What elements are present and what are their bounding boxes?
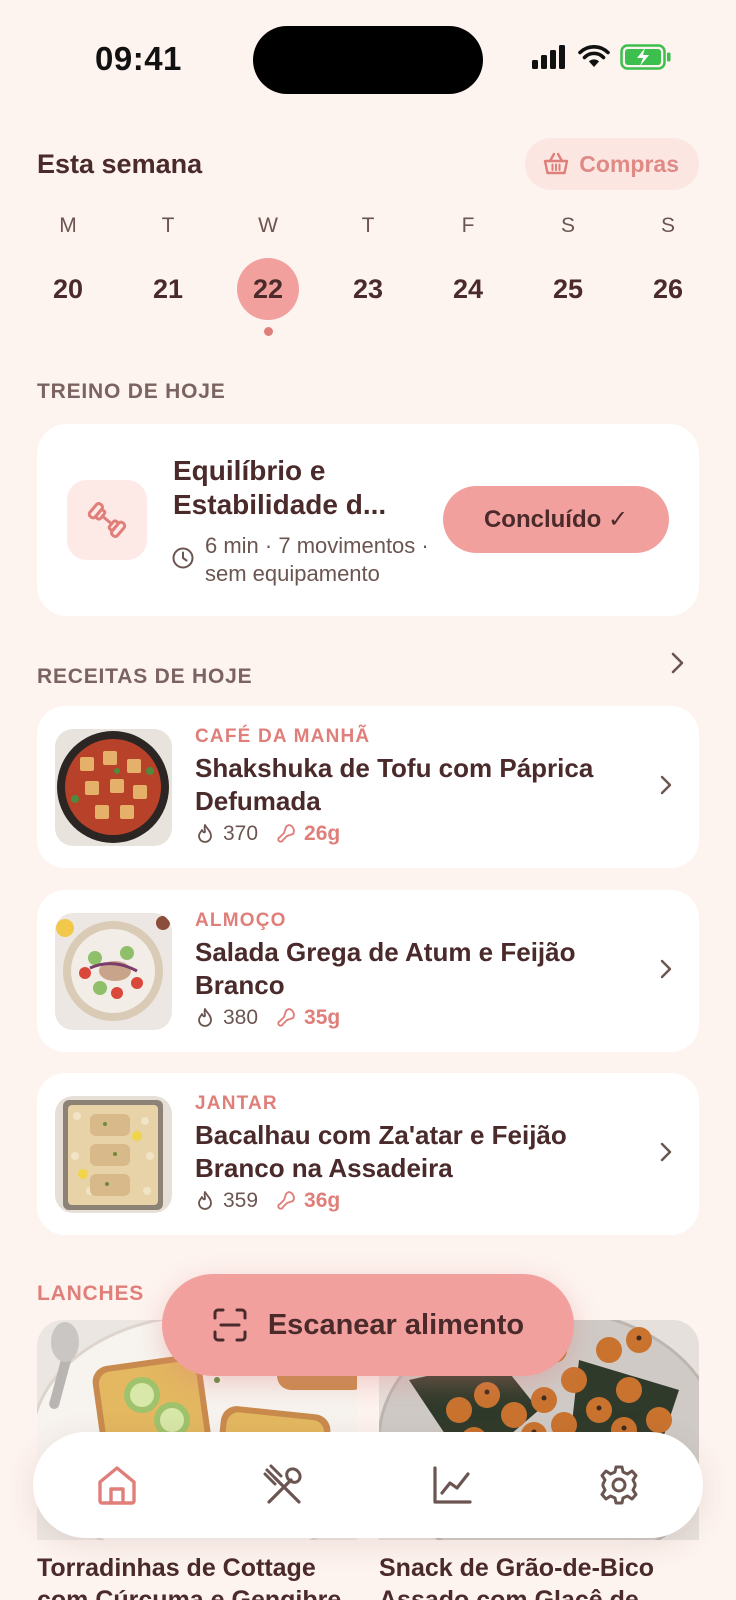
recipe-protein: 36g — [304, 1189, 341, 1212]
recipe-meal-type: CAFÉ DA MANHÃ — [195, 726, 371, 747]
signal-icon — [532, 45, 565, 69]
recipe-meal-type: ALMOÇO — [195, 910, 287, 931]
day-number: 25 — [552, 274, 584, 304]
recipe-stats: 370 26g — [195, 822, 340, 846]
recipe-protein: 26g — [304, 822, 341, 845]
recipe-stats: 380 35g — [195, 1006, 340, 1030]
workout-icon-tile — [67, 480, 147, 560]
tab-home[interactable] — [33, 1432, 201, 1538]
recipe-calories: 380 — [223, 1006, 259, 1029]
day-6[interactable]: S 26 — [618, 210, 718, 335]
protein-icon — [274, 822, 298, 846]
day-0[interactable]: M 20 — [18, 210, 118, 335]
recipe-image — [55, 729, 172, 846]
tab-bar — [33, 1432, 703, 1538]
scan-icon — [213, 1308, 247, 1342]
chevron-right-icon — [659, 774, 673, 801]
day-number: 21 — [152, 274, 184, 304]
day-letter: T — [161, 214, 175, 237]
workout-title: Equilíbrio e Estabilidade d... — [173, 455, 387, 520]
day-letter: W — [258, 214, 278, 237]
day-number: 20 — [52, 274, 84, 304]
shopping-button[interactable]: Compras — [525, 138, 699, 190]
recipe-meal-type: JANTAR — [195, 1093, 278, 1114]
day-number: 24 — [452, 274, 484, 304]
workout-card[interactable]: Equilíbrio e Estabilidade d... 6 min · 7… — [37, 424, 699, 616]
day-number: 26 — [652, 274, 684, 304]
scan-food-label: Escanear alimento — [267, 1308, 525, 1341]
basket-icon — [544, 152, 569, 175]
snack-name[interactable]: Snack de Grão-de-Bico Assado com Glacê d… — [379, 1552, 709, 1600]
recipe-protein: 35g — [304, 1006, 341, 1029]
workout-meta: 6 min · 7 movimentos · sem equipamento — [172, 532, 473, 588]
flame-icon — [195, 1007, 215, 1029]
day-4[interactable]: F 24 — [418, 210, 518, 335]
dumbbell-icon — [87, 502, 127, 538]
workout-meta-text: 6 min · 7 movimentos · sem equipamento — [205, 533, 429, 586]
clock-icon — [172, 547, 194, 569]
recipe-calories: 370 — [223, 822, 259, 845]
day-2[interactable]: W 22 — [218, 210, 318, 336]
tab-progress[interactable] — [368, 1432, 536, 1538]
status-bar: 09:41 — [0, 0, 736, 110]
snacks-section-label: LANCHES — [37, 1282, 145, 1305]
recipes-chevron-icon[interactable] — [670, 651, 686, 675]
protein-icon — [274, 1189, 298, 1213]
status-time: 09:41 — [95, 40, 182, 77]
utensils-icon — [263, 1464, 302, 1504]
shopping-label: Compras — [579, 150, 679, 177]
snack-name[interactable]: Torradinhas de Cottage com Cúrcuma e Gen… — [37, 1552, 367, 1600]
status-icons — [532, 44, 672, 70]
day-3[interactable]: T 23 — [318, 210, 418, 335]
chevron-right-icon — [659, 958, 673, 985]
day-number: 23 — [352, 274, 384, 304]
day-letter: F — [461, 214, 475, 237]
protein-icon — [274, 1006, 298, 1030]
recipe-card[interactable]: ALMOÇO Salada Grega de Atum e Feijão Bran… — [37, 890, 699, 1052]
day-1[interactable]: T 21 — [118, 210, 218, 335]
recipe-name: Bacalhau com Za'atar e Feijão Branco na … — [195, 1120, 567, 1183]
chevron-right-icon — [659, 1141, 673, 1168]
gear-icon — [600, 1465, 638, 1505]
recipe-card[interactable]: JANTAR Bacalhau com Za'atar e Feijão Bran… — [37, 1073, 699, 1235]
dynamic-island — [253, 26, 483, 94]
day-letter: T — [361, 214, 375, 237]
selected-day-dot — [263, 327, 273, 336]
week-header: Esta semana Compras — [37, 138, 699, 190]
recipe-stats: 359 36g — [195, 1189, 340, 1213]
day-letter: S — [660, 214, 675, 237]
recipes-section-label: RECEITAS DE HOJE — [37, 665, 253, 688]
recipe-image — [55, 1096, 172, 1213]
tab-settings[interactable] — [536, 1432, 704, 1538]
home-icon — [98, 1466, 136, 1505]
workout-section-label: TREINO DE HOJE — [37, 380, 226, 403]
day-letter: S — [560, 214, 575, 237]
tab-meals[interactable] — [201, 1432, 369, 1538]
day-5[interactable]: S 25 — [518, 210, 618, 335]
flame-icon — [195, 1190, 215, 1212]
wifi-icon — [578, 45, 610, 67]
recipe-name: Shakshuka de Tofu com Páprica Defumada — [195, 753, 594, 816]
chart-icon — [433, 1466, 472, 1504]
day-letter: M — [59, 214, 77, 237]
recipe-image — [55, 913, 172, 1030]
workout-done-button[interactable]: Concluído ✓ — [443, 486, 669, 553]
battery-icon — [620, 44, 671, 70]
recipe-calories: 359 — [223, 1189, 259, 1212]
day-number: 22 — [237, 258, 299, 320]
day-strip: M 20 T 21 W 22 T 23 F 24 S 25 S 26 — [18, 210, 718, 336]
week-title: Esta semana — [37, 149, 203, 179]
recipe-card[interactable]: CAFÉ DA MANHÃ Shakshuka de Tofu com Pápri… — [37, 706, 699, 868]
scan-food-button[interactable]: Escanear alimento — [162, 1274, 574, 1376]
recipe-name: Salada Grega de Atum e Feijão Branco — [195, 937, 576, 1000]
flame-icon — [195, 823, 215, 845]
